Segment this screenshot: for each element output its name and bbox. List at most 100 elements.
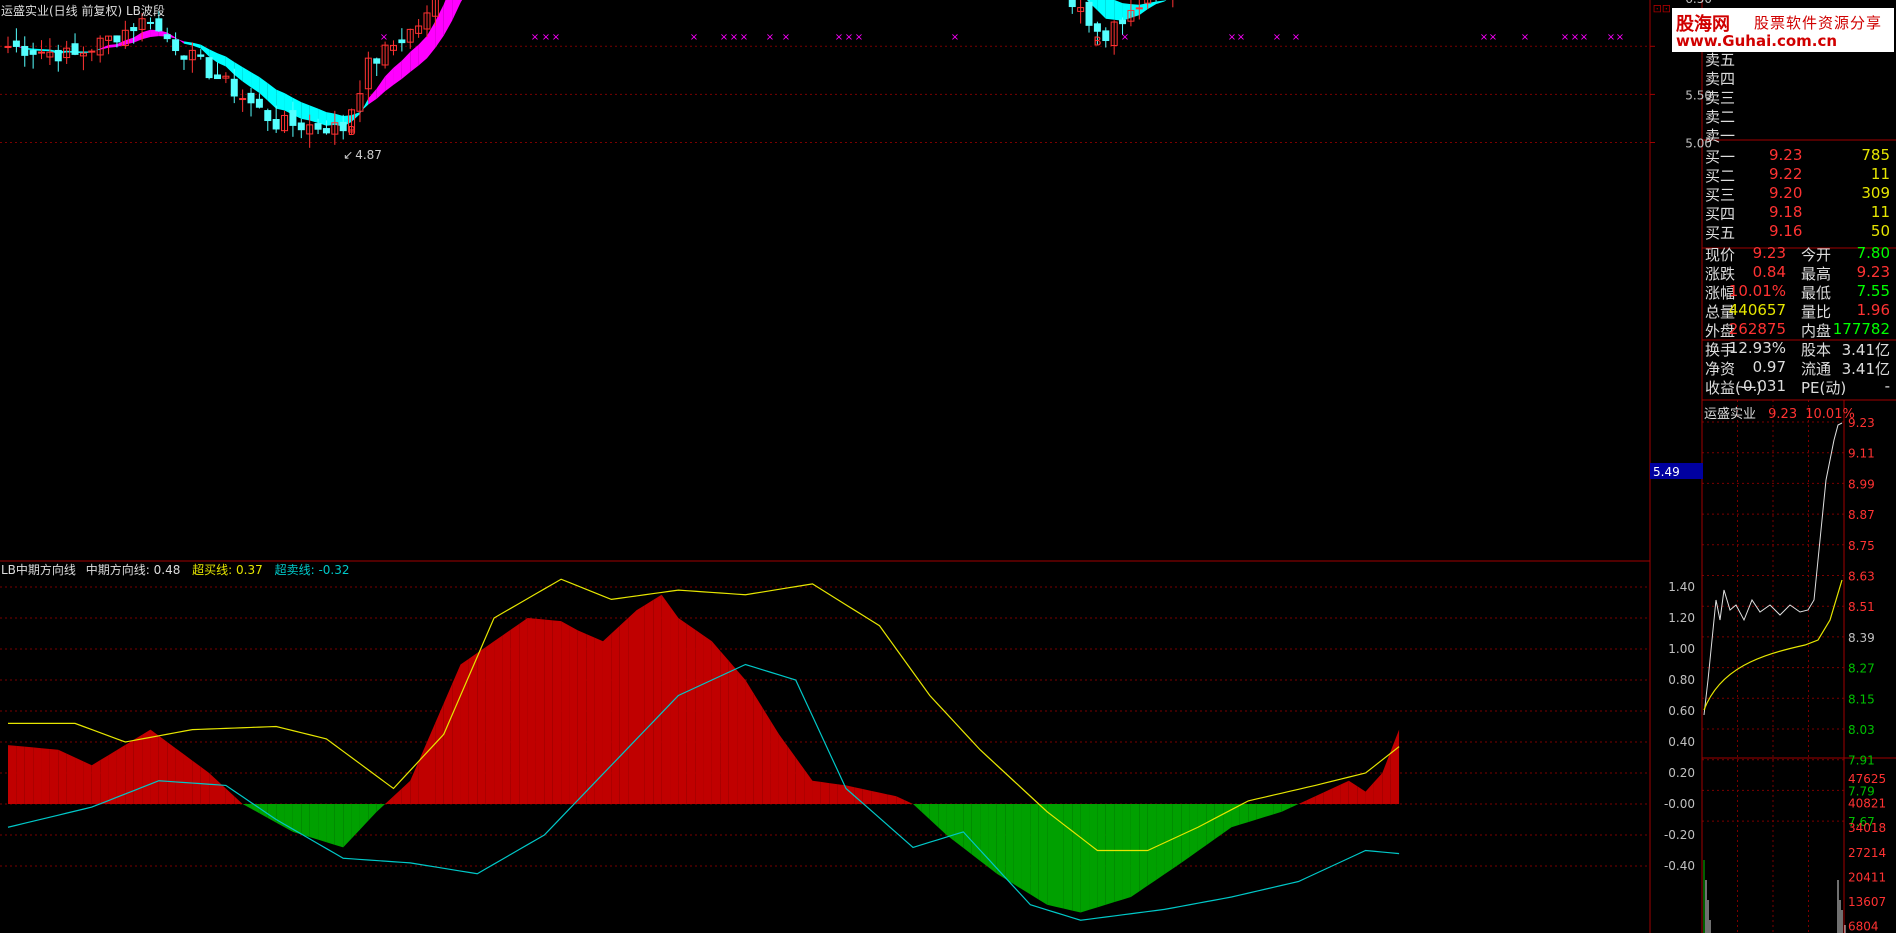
osc-fill — [242, 804, 252, 809]
osc-fill — [91, 760, 101, 804]
candle-body[interactable] — [255, 98, 263, 108]
candle-body[interactable] — [247, 92, 255, 104]
osc-tick-label: 1.40 — [1668, 580, 1695, 594]
osc-fill — [1197, 804, 1207, 852]
candle-body[interactable] — [1068, 0, 1076, 8]
osc-fill — [695, 629, 704, 804]
candle-body[interactable] — [314, 123, 322, 130]
osc-fill — [753, 693, 763, 804]
panel-frame — [0, 0, 1896, 933]
osc-fill — [494, 635, 503, 804]
osc-fill — [8, 745, 17, 804]
candle-body[interactable] — [297, 122, 305, 131]
osc-fill — [1315, 792, 1324, 804]
osc-fill — [879, 792, 888, 804]
candle-body[interactable] — [172, 39, 180, 52]
signal-marker: × — [782, 32, 790, 43]
candle-body[interactable] — [197, 54, 205, 57]
band-segment — [418, 35, 427, 66]
osc-fill — [33, 747, 42, 804]
candle-body[interactable] — [88, 50, 96, 53]
candle-body[interactable] — [1135, 7, 1143, 10]
ask-row: 卖二 — [1703, 106, 1896, 126]
quote-label: 流通 — [1801, 360, 1832, 378]
volume-tick-label: 27214 — [1848, 846, 1886, 860]
quote-label: 量比 — [1801, 303, 1832, 321]
quote-row: 涨幅 10.01% 最低 7.55 — [1703, 282, 1896, 302]
candle-body[interactable] — [239, 98, 247, 101]
band-segment — [309, 105, 319, 123]
band-segment — [192, 42, 201, 49]
bid-label: 买一 — [1705, 148, 1736, 166]
quote-value: 177782 — [1832, 320, 1890, 338]
ask-label: 卖二 — [1705, 108, 1736, 126]
candle-body[interactable] — [1093, 23, 1101, 32]
intraday-price-tick: 8.51 — [1848, 600, 1875, 614]
candle-body[interactable] — [146, 21, 154, 24]
candle-body[interactable] — [373, 58, 381, 64]
candle-body[interactable] — [71, 43, 79, 55]
candle-body[interactable] — [4, 45, 12, 48]
candle-body[interactable] — [180, 55, 188, 60]
osc-fill — [443, 683, 453, 804]
candle-body[interactable] — [230, 78, 238, 97]
candle-body[interactable] — [214, 74, 221, 80]
quote-label: 现价 — [1705, 246, 1736, 264]
candle-body[interactable] — [264, 110, 272, 122]
quote-value: 9.23 — [1752, 244, 1786, 262]
quote-value: 262875 — [1728, 320, 1786, 338]
osc-fill — [535, 618, 545, 804]
quote-value: 12.93% — [1728, 339, 1786, 357]
quote-row: 总量 440657 量比 1.96 — [1703, 301, 1896, 321]
candle-body[interactable] — [130, 27, 138, 32]
osc-fill — [1298, 800, 1307, 804]
osc-fill — [820, 781, 830, 804]
oversell-label: 超卖线: — [274, 563, 315, 577]
bid-label: 买五 — [1705, 224, 1736, 242]
intraday-pct: 10.01% — [1805, 407, 1855, 422]
candle-body[interactable] — [163, 34, 171, 40]
candle-body[interactable] — [398, 39, 406, 44]
osc-tick-label: 0.20 — [1668, 766, 1695, 780]
candle-body[interactable] — [155, 18, 163, 32]
volume-tick-label: 34018 — [1848, 821, 1886, 835]
candle-body[interactable] — [12, 40, 20, 47]
intraday-price-tick: 8.27 — [1848, 662, 1875, 676]
candle-body[interactable] — [54, 49, 62, 62]
quote-panel: 卖五 卖四 卖三 卖二 卖一 买一 9.23 785 买二 9.22 11 买三 9.20 3… — [1703, 50, 1896, 430]
candle-body[interactable] — [38, 51, 46, 54]
osc-fill — [452, 664, 461, 804]
osc-fill — [996, 804, 1006, 879]
candle-body[interactable] — [1085, 1, 1093, 26]
osc-fill — [359, 804, 369, 830]
candle-body[interactable] — [29, 50, 37, 55]
window-controls[interactable]: ⊡⊡ — [1653, 2, 1671, 15]
candle-body[interactable] — [339, 121, 347, 132]
osc-fill — [703, 635, 712, 804]
osc-fill — [175, 748, 184, 804]
candle-body[interactable] — [21, 45, 29, 56]
osc-tick-label: 0.40 — [1668, 735, 1695, 749]
ask-label: 卖一 — [1705, 127, 1736, 145]
osc-fill — [1156, 804, 1165, 880]
osc-fill — [351, 804, 360, 839]
candle-body[interactable] — [322, 128, 330, 134]
candle-body[interactable] — [1119, 19, 1127, 25]
candlesticks[interactable] — [4, 0, 1402, 148]
ask-label: 卖三 — [1705, 89, 1736, 107]
candle-body[interactable] — [272, 119, 280, 130]
candle-body[interactable] — [205, 57, 213, 79]
osc-fill — [1306, 796, 1316, 804]
osc-fill — [963, 804, 972, 855]
bid-row: 买二 9.22 11 — [1703, 165, 1896, 185]
osc-fill — [636, 605, 645, 804]
candle-body[interactable] — [1102, 30, 1110, 42]
band-segment — [259, 77, 268, 101]
osc-fill — [904, 800, 914, 804]
quote-row: 涨跌 0.84 最高 9.23 — [1703, 263, 1896, 283]
candle-body[interactable] — [113, 35, 121, 43]
osc-fill — [896, 796, 905, 804]
cursor-price: 5.49 — [1653, 465, 1680, 479]
candle-body[interactable] — [289, 110, 297, 126]
signal-marker: × — [1571, 32, 1579, 43]
